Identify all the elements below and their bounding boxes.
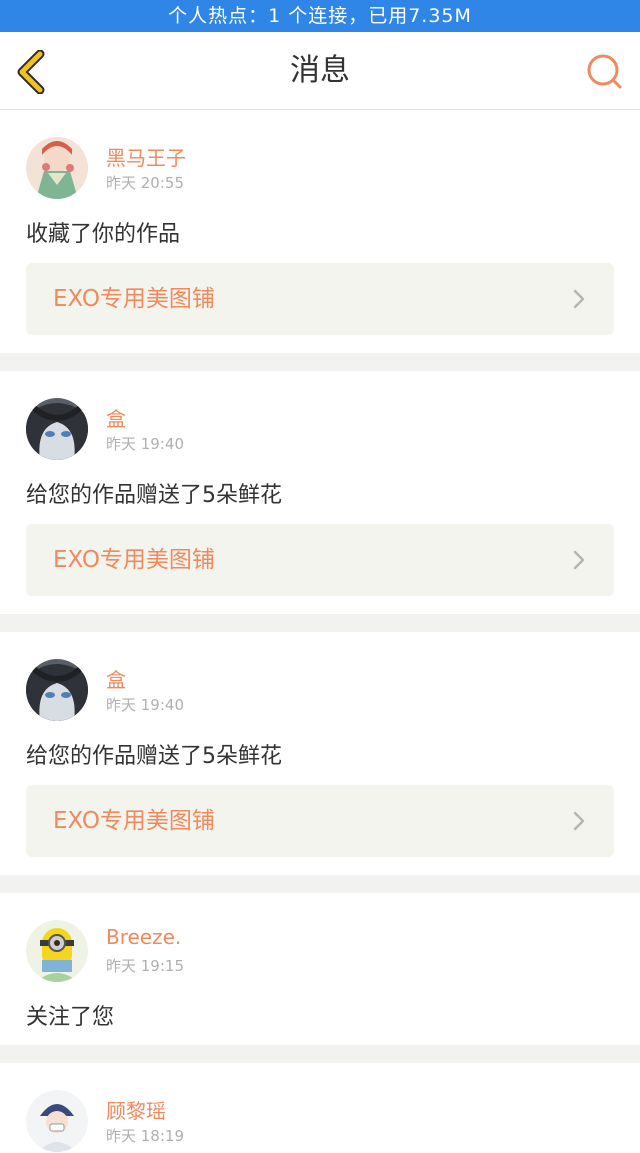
message-time: 昨天 18:19 [106, 1127, 184, 1145]
work-title: EXO专用美图铺 [53, 286, 215, 312]
work-link[interactable]: EXO专用美图铺 [26, 524, 614, 596]
chevron-right-icon [573, 289, 585, 309]
back-button[interactable] [14, 49, 54, 95]
username[interactable]: 盒 [106, 664, 126, 693]
avatar[interactable] [26, 1090, 88, 1152]
message-time: 昨天 19:40 [106, 696, 184, 714]
message-list: 黑马王子 昨天 20:55 收藏了你的作品 EXO专用美图铺 盒 昨天 19:4… [0, 110, 640, 1153]
username[interactable]: 黑马王子 [106, 142, 186, 171]
top-nav-bar: 消息 [0, 32, 640, 110]
username[interactable]: 盒 [106, 403, 126, 432]
work-title: EXO专用美图铺 [53, 808, 215, 834]
username[interactable]: 顾黎瑶 [106, 1095, 166, 1124]
avatar[interactable] [26, 398, 88, 460]
message-card: 盒 昨天 19:40 给您的作品赠送了5朵鲜花 EXO专用美图铺 [0, 632, 640, 875]
username[interactable]: Breeze. [106, 925, 181, 949]
work-title: EXO专用美图铺 [53, 547, 215, 573]
avatar-image [26, 1090, 88, 1152]
avatar-image [26, 920, 88, 982]
work-link[interactable]: EXO专用美图铺 [26, 263, 614, 335]
search-icon [587, 54, 622, 89]
avatar[interactable] [26, 920, 88, 982]
message-action: 收藏了你的作品 [26, 222, 181, 247]
work-link[interactable]: EXO专用美图铺 [26, 785, 614, 857]
message-time: 昨天 19:40 [106, 435, 184, 453]
chevron-left-icon [17, 49, 45, 95]
message-card: Breeze. 昨天 19:15 关注了您 [0, 893, 640, 1045]
avatar-image [26, 137, 88, 199]
message-card: 黑马王子 昨天 20:55 收藏了你的作品 EXO专用美图铺 [0, 110, 640, 353]
hotspot-status-bar: 个人热点：1 个连接，已用7.35M [0, 0, 640, 32]
message-action: 给您的作品赠送了5朵鲜花 [26, 483, 282, 508]
page-title: 消息 [290, 53, 350, 88]
message-card: 盒 昨天 19:40 给您的作品赠送了5朵鲜花 EXO专用美图铺 [0, 371, 640, 614]
message-time: 昨天 19:15 [106, 957, 184, 975]
avatar-image [26, 398, 88, 460]
message-action: 给您的作品赠送了5朵鲜花 [26, 744, 282, 769]
message-time: 昨天 20:55 [106, 174, 184, 192]
avatar-image [26, 659, 88, 721]
chevron-right-icon [573, 811, 585, 831]
search-button[interactable] [584, 52, 624, 92]
message-action: 关注了您 [26, 1005, 115, 1030]
chevron-right-icon [573, 550, 585, 570]
hotspot-status-text: 个人热点：1 个连接，已用7.35M [168, 5, 472, 27]
avatar[interactable] [26, 137, 88, 199]
avatar[interactable] [26, 659, 88, 721]
message-card: 顾黎瑶 昨天 18:19 [0, 1063, 640, 1153]
